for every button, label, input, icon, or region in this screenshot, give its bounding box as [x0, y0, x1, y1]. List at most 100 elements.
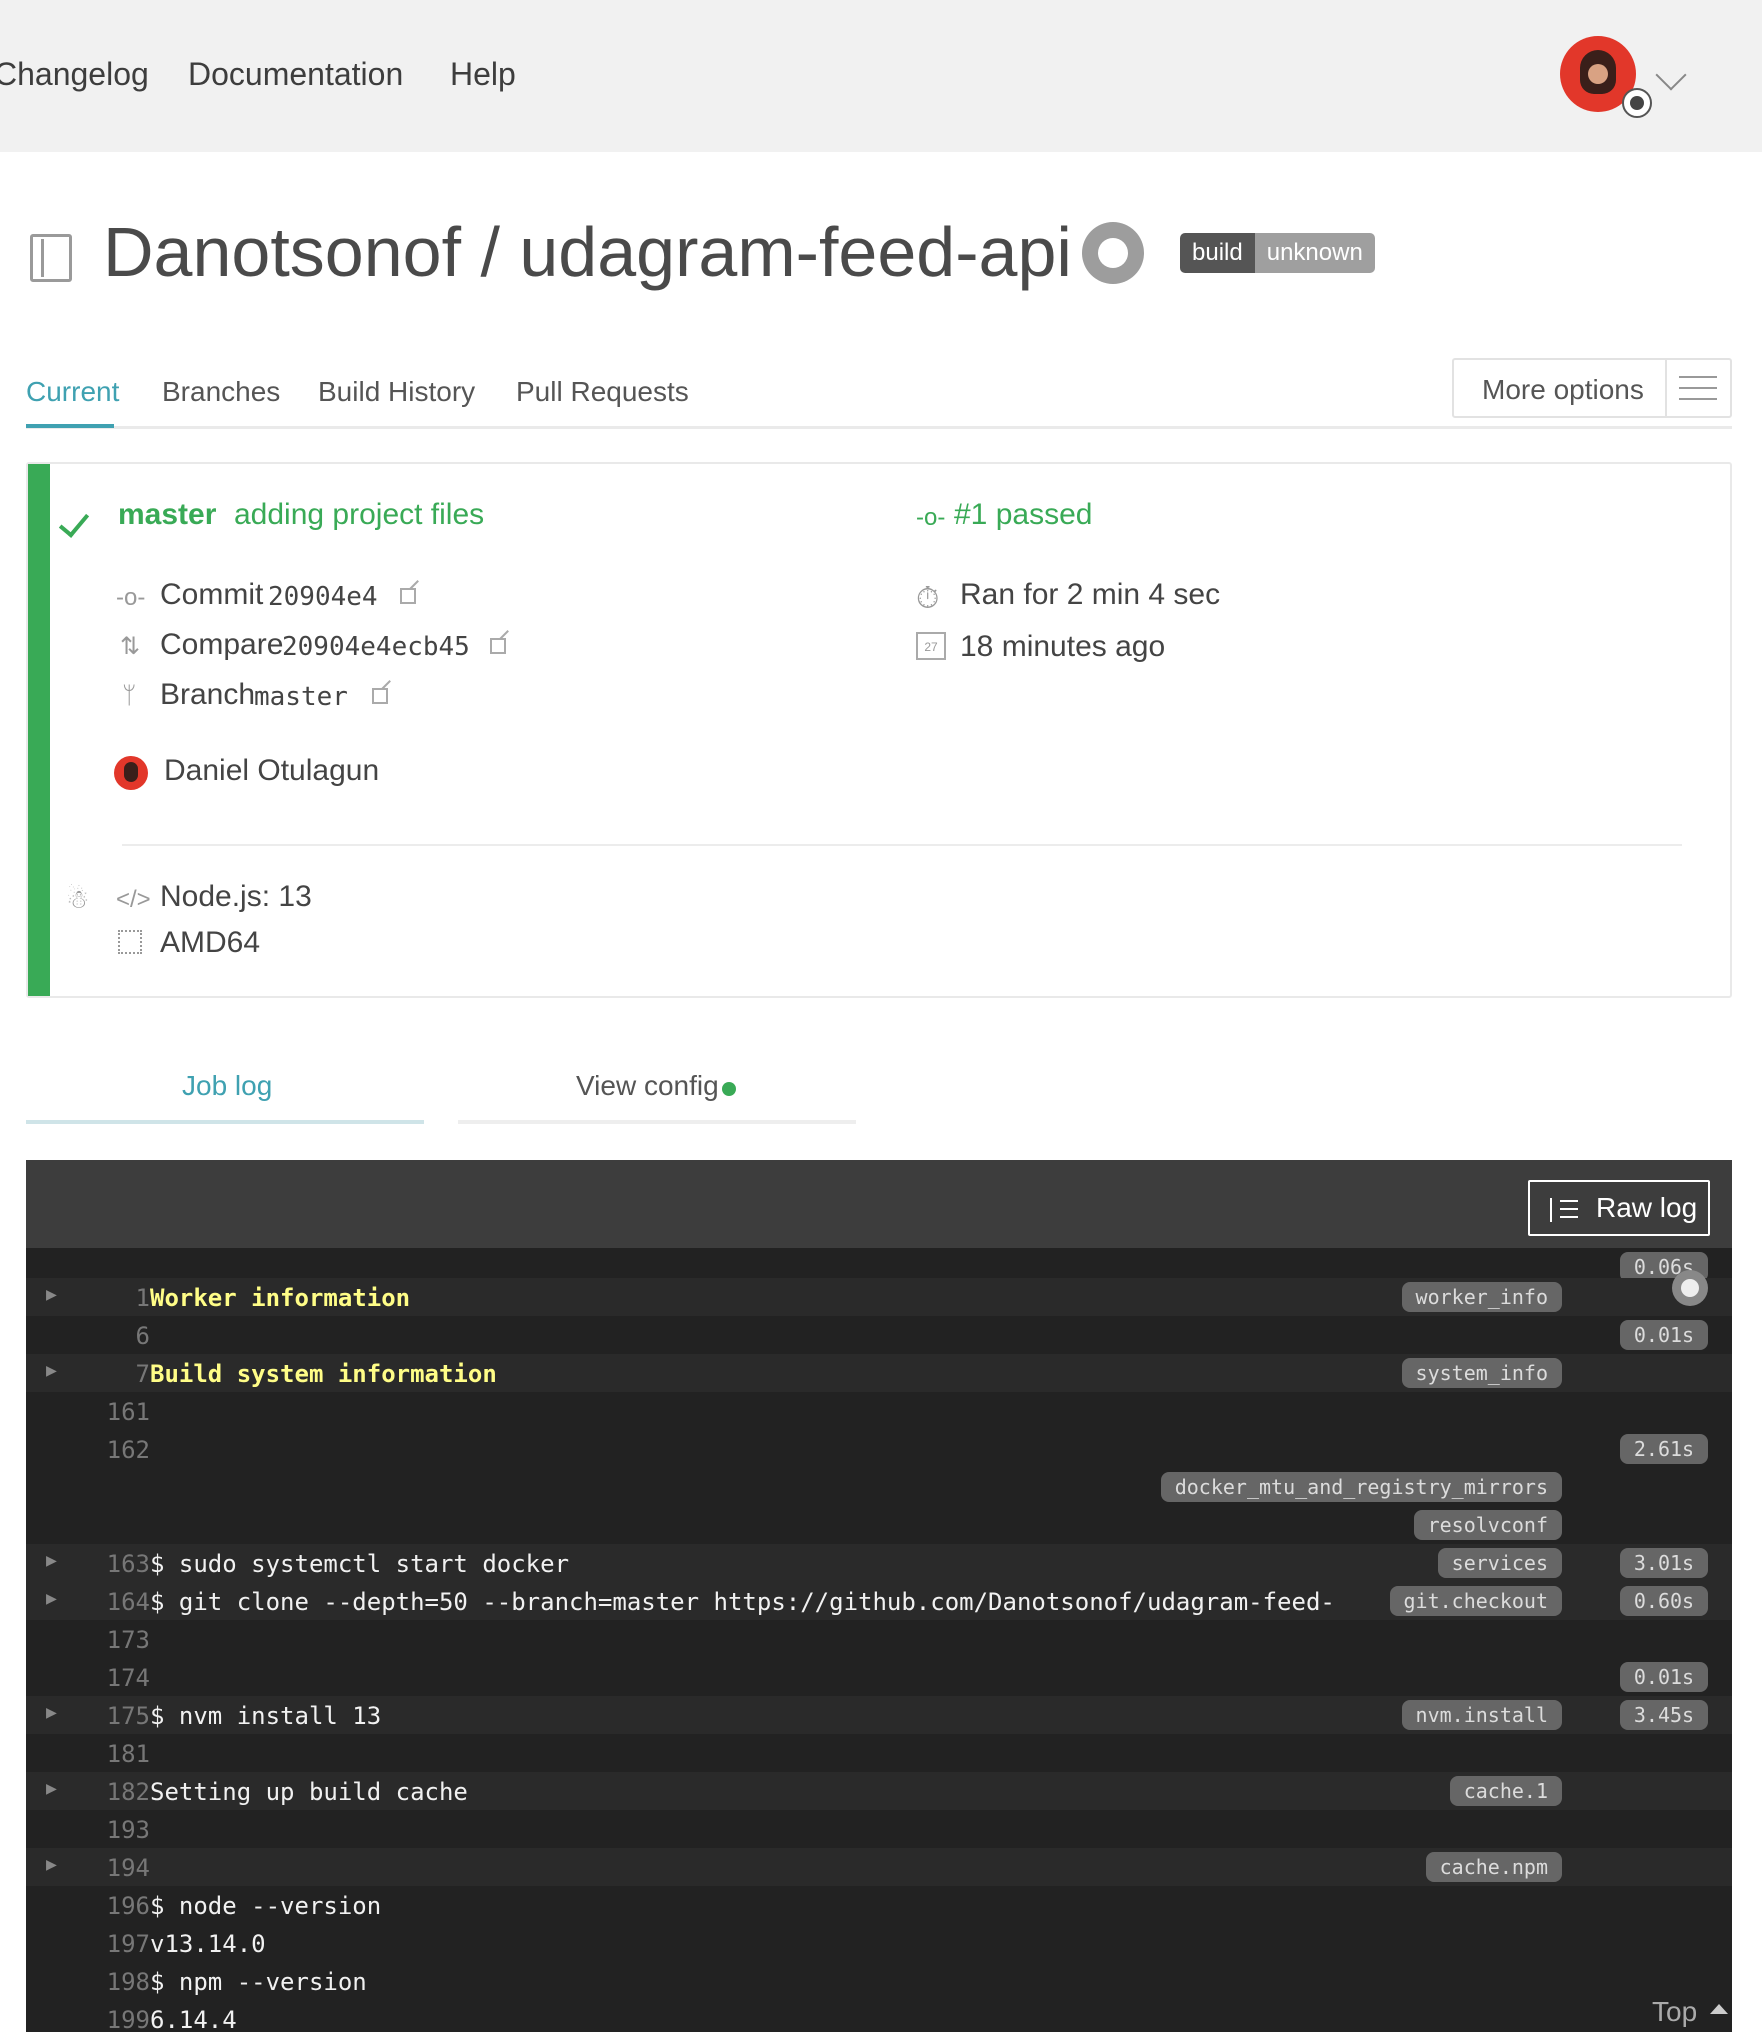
tab-job-log[interactable]: Job log: [182, 1070, 272, 1102]
tab-pull-requests[interactable]: Pull Requests: [516, 376, 689, 408]
expand-arrow-icon[interactable]: ▶: [46, 1284, 57, 1305]
expand-arrow-icon[interactable]: ▶: [46, 1854, 57, 1875]
log-line: 181: [26, 1734, 1732, 1772]
log-line[interactable]: ▶ 175 $ nvm install 13 nvm.install 3.45s: [26, 1696, 1732, 1734]
log-line: resolvconf: [26, 1506, 1732, 1544]
fold-tag: system_info: [1401, 1358, 1562, 1388]
compare-hash[interactable]: 20904e4ecb45: [282, 632, 470, 662]
nav-link-help[interactable]: Help: [450, 56, 516, 93]
page-title: Danotsonof / udagram-feed-api: [103, 213, 1072, 291]
build-status[interactable]: #1 passed: [954, 498, 1092, 532]
line-number[interactable]: 161: [60, 1398, 150, 1426]
line-number[interactable]: 6: [60, 1322, 150, 1350]
raw-log-label: Raw log: [1596, 1192, 1698, 1223]
line-number[interactable]: 174: [60, 1664, 150, 1692]
line-text: $ git clone --depth=50 --branch=master h…: [150, 1588, 1335, 1616]
tab-branches[interactable]: Branches: [162, 376, 280, 408]
log-line[interactable]: ▶ 164 $ git clone --depth=50 --branch=mast…: [26, 1582, 1732, 1620]
caret-up-icon[interactable]: [1710, 2004, 1728, 2014]
log-line[interactable]: ▶ 182 Setting up build cache cache.1: [26, 1772, 1732, 1810]
log-line: 198 $ npm --version: [26, 1962, 1732, 2000]
github-icon[interactable]: [1082, 222, 1144, 284]
log-time: 3.01s: [1620, 1548, 1708, 1578]
config-status-dot: [722, 1082, 736, 1096]
line-number[interactable]: 181: [60, 1740, 150, 1768]
log-line[interactable]: ▶ 1 Worker information worker_info: [26, 1278, 1732, 1316]
nav-link-documentation[interactable]: Documentation: [188, 56, 403, 93]
log-line: 161: [26, 1392, 1732, 1430]
badge-value: unknown: [1254, 233, 1375, 273]
line-number[interactable]: 7: [60, 1360, 150, 1388]
chevron-down-icon[interactable]: [1655, 59, 1687, 91]
log-line: docker_mtu_and_registry_mirrors: [26, 1468, 1732, 1506]
tabs-divider: [26, 426, 1732, 429]
line-number[interactable]: 164: [60, 1588, 150, 1616]
active-tab-indicator: [26, 424, 114, 428]
line-number[interactable]: 163: [60, 1550, 150, 1578]
check-icon: [58, 506, 90, 538]
scroll-toggle[interactable]: [1672, 1270, 1708, 1306]
line-number[interactable]: 196: [60, 1892, 150, 1920]
expand-arrow-icon[interactable]: ▶: [46, 1360, 57, 1381]
line-number[interactable]: 194: [60, 1854, 150, 1882]
external-link-icon[interactable]: [400, 588, 416, 604]
tab-current[interactable]: Current: [26, 376, 119, 408]
line-number[interactable]: 197: [60, 1930, 150, 1958]
line-number[interactable]: 175: [60, 1702, 150, 1730]
commit-icon: -o-: [916, 504, 946, 531]
raw-log-button[interactable]: Raw log: [1528, 1180, 1710, 1236]
log-line: 162 2.61s: [26, 1430, 1732, 1468]
line-text: 6.14.4: [150, 2006, 237, 2032]
hamburger-icon: [1679, 376, 1717, 400]
calendar-icon: 27: [916, 632, 946, 660]
log-line: 6 0.01s: [26, 1316, 1732, 1354]
fold-tag: docker_mtu_and_registry_mirrors: [1160, 1472, 1562, 1502]
branch-name[interactable]: master: [118, 498, 216, 532]
log-header: Raw log: [26, 1160, 1732, 1248]
log-line[interactable]: ▶ 163 $ sudo systemctl start docker service…: [26, 1544, 1732, 1582]
top-link[interactable]: Top: [1652, 1996, 1697, 2028]
expand-arrow-icon[interactable]: ▶: [46, 1702, 57, 1723]
language-version: Node.js: 13: [160, 880, 312, 913]
external-link-icon[interactable]: [490, 638, 506, 654]
status-stripe: [28, 464, 50, 996]
badge-label: build: [1180, 233, 1255, 273]
line-text: Worker information: [150, 1284, 411, 1312]
line-text: $ npm --version: [150, 1968, 367, 1996]
line-number[interactable]: 198: [60, 1968, 150, 1996]
author-name: Daniel Otulagun: [164, 754, 380, 787]
line-text: $ sudo systemctl start docker: [150, 1550, 570, 1578]
external-link-icon[interactable]: [372, 688, 388, 704]
log-line: 174 0.01s: [26, 1658, 1732, 1696]
line-text: Setting up build cache: [150, 1778, 468, 1806]
commit-hash[interactable]: 20904e4: [268, 582, 378, 612]
line-number[interactable]: 173: [60, 1626, 150, 1654]
expand-arrow-icon[interactable]: ▶: [46, 1588, 57, 1609]
nav-link-changelog[interactable]: Changelog: [0, 56, 149, 93]
branch-icon: ᛘ: [122, 682, 137, 709]
line-number[interactable]: 162: [60, 1436, 150, 1464]
more-options-button[interactable]: More options: [1452, 358, 1732, 418]
compare-icon: ⇅: [120, 633, 141, 660]
build-status-badge[interactable]: build unknown: [1180, 233, 1375, 273]
duration: Ran for 2 min 4 sec: [960, 578, 1221, 611]
log-line[interactable]: ▶ 7 Build system information system_info: [26, 1354, 1732, 1392]
log-line[interactable]: ▶ 194 cache.npm: [26, 1848, 1732, 1886]
expand-arrow-icon[interactable]: ▶: [46, 1778, 57, 1799]
branch-value[interactable]: master: [254, 682, 348, 712]
fold-tag: nvm.install: [1401, 1700, 1562, 1730]
fold-tag: cache.1: [1449, 1776, 1562, 1806]
commit-message[interactable]: adding project files: [234, 498, 484, 532]
github-icon: [1622, 88, 1652, 118]
line-number[interactable]: 1: [60, 1284, 150, 1312]
repo-icon: [30, 234, 72, 282]
line-number[interactable]: 199: [60, 2006, 150, 2032]
line-number[interactable]: 193: [60, 1816, 150, 1844]
tab-build-history[interactable]: Build History: [318, 376, 475, 408]
user-avatar[interactable]: [1560, 36, 1652, 118]
fold-tag: worker_info: [1401, 1282, 1562, 1312]
line-number[interactable]: 182: [60, 1778, 150, 1806]
log-time: 0.01s: [1620, 1662, 1708, 1692]
tab-view-config[interactable]: View config: [576, 1070, 719, 1102]
expand-arrow-icon[interactable]: ▶: [46, 1550, 57, 1571]
